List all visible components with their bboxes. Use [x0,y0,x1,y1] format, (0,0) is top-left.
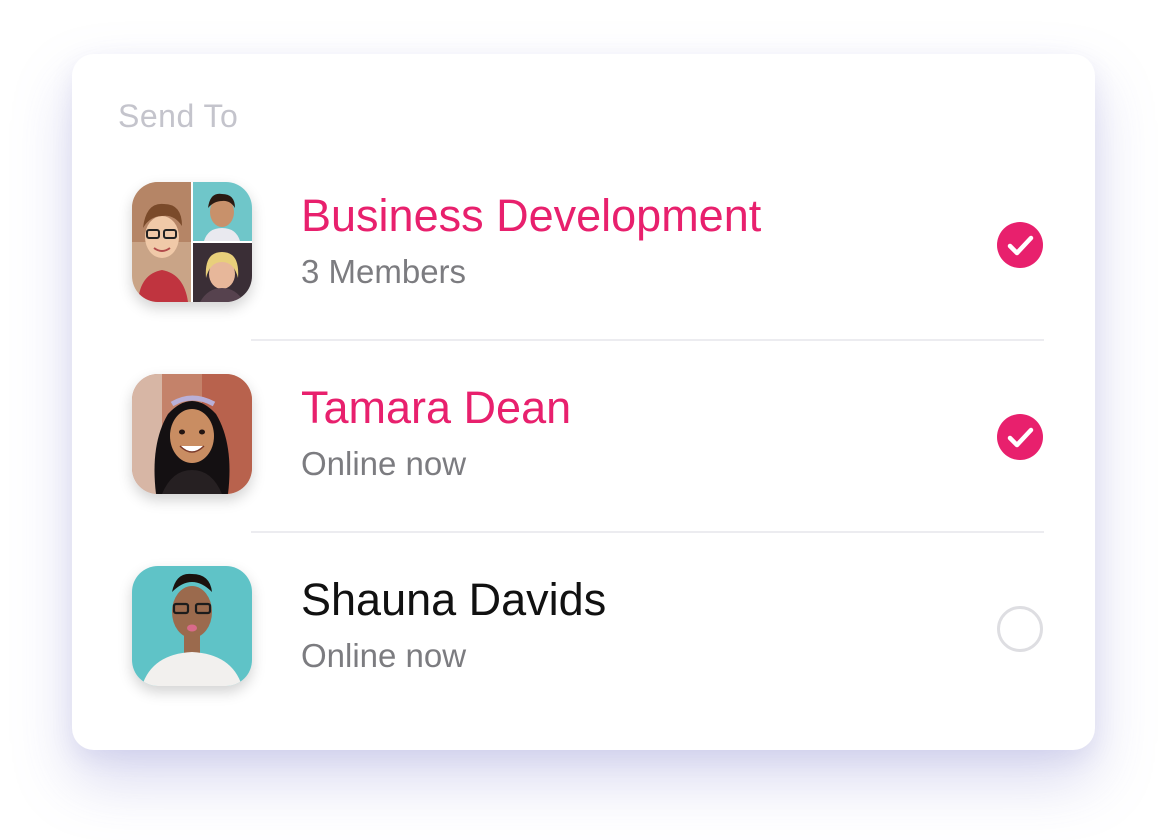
group-avatar-image [132,182,252,302]
recipient-row-tamara-dean[interactable]: Tamara Dean Online now [72,374,1095,566]
user-avatar [132,374,252,494]
divider [251,339,1044,341]
user-avatar-image [132,374,252,494]
recipient-name: Tamara Dean [301,382,572,433]
section-title: Send To [118,98,239,134]
group-avatar [132,182,252,302]
recipient-name: Shauna Davids [301,574,607,625]
unselected-circle-icon[interactable] [997,606,1043,652]
selected-checkmark-icon[interactable] [997,222,1043,268]
recipient-subtitle: 3 Members [301,253,467,290]
divider [251,531,1044,533]
recipient-subtitle: Online now [301,445,467,482]
selected-checkmark-icon[interactable] [997,414,1043,460]
recipient-row-business-development[interactable]: Business Development 3 Members [72,182,1095,374]
recipient-subtitle: Online now [301,637,467,674]
recipient-row-shauna-davids[interactable]: Shauna Davids Online now [72,566,1095,758]
user-avatar [132,566,252,686]
send-to-panel: Send To Business Development 3 Members T… [72,54,1095,750]
recipient-name: Business Development [301,190,762,241]
user-avatar-image [132,566,252,686]
